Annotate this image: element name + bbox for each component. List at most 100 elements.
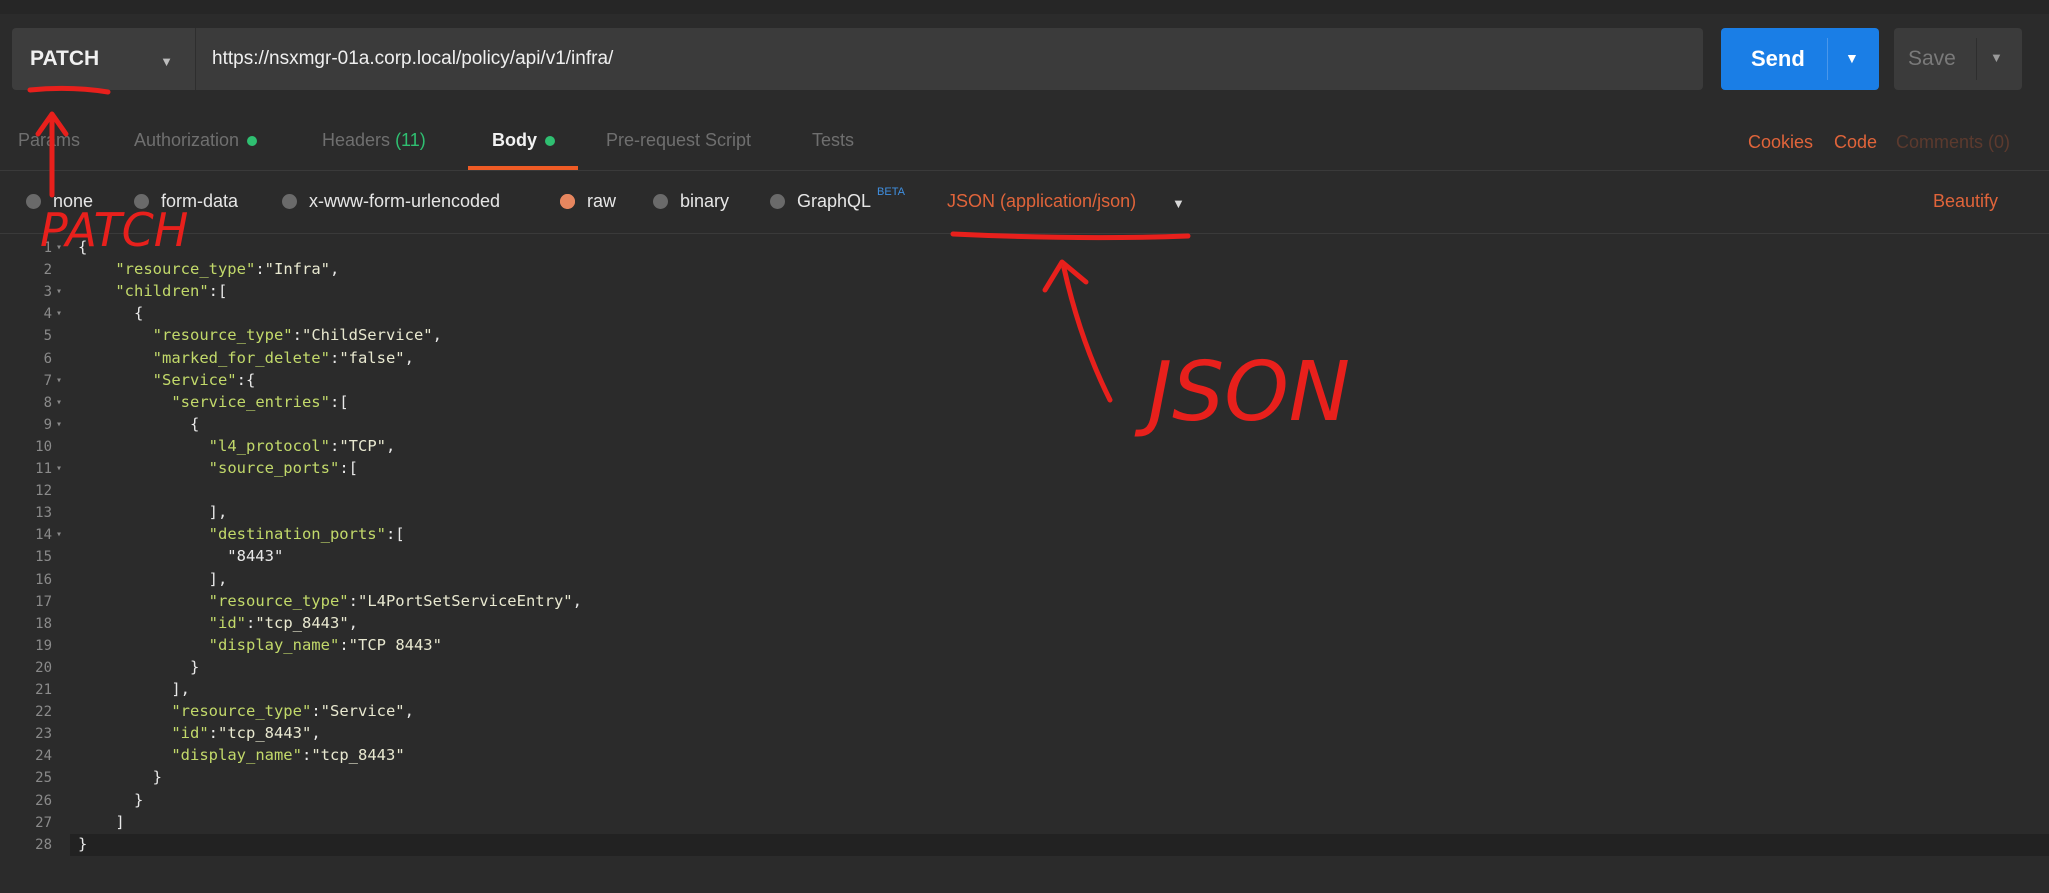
- radio-button-icon: [653, 194, 668, 209]
- code-line[interactable]: "Service":{: [78, 371, 256, 389]
- tab-params[interactable]: Params: [18, 130, 80, 151]
- tab-body-label: Body: [492, 130, 537, 150]
- radio-binary[interactable]: binary: [653, 191, 729, 212]
- code-line[interactable]: "8443": [78, 547, 283, 565]
- content-type-select[interactable]: JSON (application/json): [947, 191, 1136, 212]
- code-line[interactable]: }: [78, 835, 87, 853]
- body-type-options: none form-data x-www-form-urlencoded raw…: [0, 171, 2049, 234]
- line-number: 24: [35, 748, 52, 765]
- line-number: 1: [43, 240, 52, 256]
- save-options-chevron-icon[interactable]: ▼: [1990, 50, 2003, 65]
- code-line[interactable]: "marked_for_delete":"false",: [78, 349, 414, 367]
- code-line[interactable]: }: [78, 791, 143, 809]
- radio-button-icon: [282, 194, 297, 209]
- line-number: 10: [35, 438, 52, 455]
- headers-count-badge: (11): [395, 130, 426, 150]
- code-line[interactable]: }: [78, 768, 162, 786]
- code-line[interactable]: "l4_protocol":"TCP",: [78, 437, 396, 455]
- line-number: 23: [35, 726, 52, 743]
- save-label: Save: [1908, 47, 1956, 70]
- code-line[interactable]: "service_entries":[: [78, 393, 348, 411]
- url-input[interactable]: https://nsxmgr-01a.corp.local/policy/api…: [195, 28, 1703, 90]
- radio-x-www-form-urlencoded[interactable]: x-www-form-urlencoded: [282, 191, 500, 212]
- status-dot-icon: [545, 136, 555, 147]
- code-line[interactable]: ],: [78, 503, 228, 521]
- radio-raw-label: raw: [587, 191, 617, 211]
- code-line[interactable]: ],: [78, 570, 228, 588]
- fold-toggle-icon[interactable]: ▾: [56, 242, 62, 253]
- line-number: 6: [43, 350, 52, 367]
- code-line[interactable]: "children":[: [78, 282, 227, 300]
- tab-authorization[interactable]: Authorization: [134, 130, 258, 151]
- tab-headers[interactable]: Headers (11): [322, 130, 426, 151]
- comments-link[interactable]: Comments (0): [1896, 132, 2010, 153]
- line-number: 18: [35, 615, 52, 632]
- code-link[interactable]: Code: [1834, 132, 1877, 153]
- line-number: 25: [35, 770, 52, 787]
- fold-toggle-icon[interactable]: ▾: [56, 308, 62, 319]
- fold-toggle-icon[interactable]: ▾: [56, 463, 62, 474]
- code-line[interactable]: {: [78, 415, 199, 433]
- line-number: 3: [43, 284, 52, 301]
- code-line[interactable]: "resource_type":"L4PortSetServiceEntry",: [78, 592, 582, 610]
- method-select[interactable]: PATCH ▼: [12, 28, 195, 90]
- radio-urlencoded-label: x-www-form-urlencoded: [309, 191, 501, 211]
- window-top-edge: [0, 0, 2049, 15]
- code-line[interactable]: ]: [78, 813, 124, 831]
- fold-toggle-icon[interactable]: ▾: [56, 375, 62, 386]
- tab-headers-label: Headers: [322, 130, 391, 150]
- radio-raw[interactable]: raw: [560, 191, 616, 212]
- radio-graphql-label: GraphQL: [797, 191, 872, 211]
- beta-badge: BETA: [877, 185, 905, 198]
- beautify-button[interactable]: Beautify: [1933, 191, 1998, 212]
- code-editor[interactable]: 1 ▾ {2 "resource_type":"Infra", 3 ▾ "childre…: [0, 234, 2049, 893]
- tab-authorization-label: Authorization: [134, 130, 240, 150]
- radio-form-data[interactable]: form-data: [134, 191, 238, 212]
- code-line[interactable]: {: [78, 238, 87, 256]
- radio-button-icon: [770, 194, 785, 209]
- chevron-down-icon[interactable]: ▼: [1172, 196, 1185, 211]
- save-button[interactable]: Save ▼: [1894, 28, 2022, 90]
- code-line[interactable]: "resource_type":"ChildService",: [78, 326, 442, 344]
- line-number: 5: [43, 328, 52, 345]
- fold-toggle-icon[interactable]: ▾: [56, 529, 62, 540]
- line-number: 12: [35, 483, 52, 500]
- radio-button-icon: [26, 194, 41, 209]
- radio-none[interactable]: none: [26, 191, 93, 212]
- code-line[interactable]: "id":"tcp_8443",: [78, 724, 320, 742]
- radio-graphql[interactable]: GraphQL BETA: [770, 186, 905, 212]
- line-number: 2: [43, 262, 52, 279]
- tab-body[interactable]: Body: [492, 130, 555, 151]
- fold-toggle-icon[interactable]: ▾: [56, 286, 62, 297]
- tab-pre-request-script[interactable]: Pre-request Script: [606, 130, 751, 151]
- radio-binary-label: binary: [680, 191, 730, 211]
- cookies-link[interactable]: Cookies: [1748, 132, 1813, 153]
- line-number: 22: [35, 704, 52, 721]
- code-line[interactable]: "display_name":"tcp_8443": [78, 746, 404, 764]
- line-number: 8: [43, 394, 52, 411]
- code-line[interactable]: "resource_type":"Service",: [78, 702, 414, 720]
- line-number: 19: [35, 637, 52, 654]
- send-button[interactable]: Send ▼: [1721, 28, 1879, 90]
- save-divider: [1976, 38, 1977, 80]
- code-line[interactable]: }: [78, 658, 199, 676]
- code-line[interactable]: "destination_ports":[: [78, 525, 405, 543]
- code-line[interactable]: "source_ports":[: [78, 459, 358, 477]
- radio-form-data-label: form-data: [161, 191, 239, 211]
- line-number: 16: [35, 571, 52, 588]
- send-options-chevron-icon[interactable]: ▼: [1845, 50, 1859, 66]
- chevron-down-icon: ▼: [160, 54, 173, 69]
- method-label: PATCH: [30, 47, 100, 70]
- fold-toggle-icon[interactable]: ▾: [56, 419, 62, 430]
- fold-toggle-icon[interactable]: ▾: [56, 397, 62, 408]
- line-number: 17: [35, 593, 52, 610]
- code-line[interactable]: ],: [78, 680, 190, 698]
- code-line[interactable]: "resource_type":"Infra",: [78, 260, 339, 278]
- tab-tests[interactable]: Tests: [812, 130, 854, 151]
- request-bar: PATCH ▼ https://nsxmgr-01a.corp.local/po…: [0, 14, 2049, 106]
- status-dot-icon: [247, 136, 258, 147]
- code-line[interactable]: "id":"tcp_8443",: [78, 614, 358, 632]
- line-number: 28: [35, 836, 52, 853]
- code-line[interactable]: {: [78, 304, 143, 322]
- code-line[interactable]: "display_name":"TCP 8443": [78, 636, 442, 654]
